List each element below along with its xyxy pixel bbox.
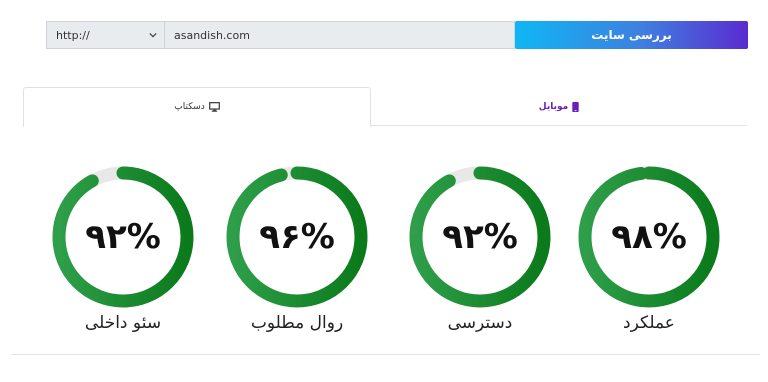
url-value: asandish.com [174,28,250,42]
check-site-label: بررسی سایت [591,28,672,42]
mobile-icon [572,101,579,112]
gauge-label: دسترسی [447,313,513,333]
gauge-percent: ۹۸% [611,217,687,257]
gauge-percent: ۹۲% [442,217,518,257]
tab-desktop[interactable]: دسکتاپ [23,87,371,127]
monitor-icon [208,102,220,112]
tab-desktop-label: دسکتاپ [174,102,205,112]
gauge-best-practices: ۹۶% [226,166,368,308]
gauge-performance: ۹۸% [578,166,720,308]
protocol-select[interactable]: http:// [46,21,164,49]
gauge-label: عملکرد [623,313,675,333]
gauge-label: سئو داخلی [84,313,162,333]
device-tabs: دسکتاپ موبایل [23,87,747,127]
protocol-value: http:// [56,28,90,42]
check-site-button[interactable]: بررسی سایت [515,21,748,49]
url-bar: http:// asandish.com بررسی سایت [46,21,748,49]
gauge-accessibility: ۹۲% [409,166,551,308]
gauge-percent: ۹۲% [85,217,161,257]
tab-mobile[interactable]: موبایل [371,87,747,126]
chevron-down-icon [149,32,157,38]
url-input[interactable]: asandish.com [164,21,515,49]
gauge-percent: ۹۶% [259,217,335,257]
gauge-seo: ۹۲% [52,166,194,308]
gauge-label: روال مطلوب [250,313,344,333]
divider [12,354,760,355]
tab-mobile-label: موبایل [538,101,569,112]
